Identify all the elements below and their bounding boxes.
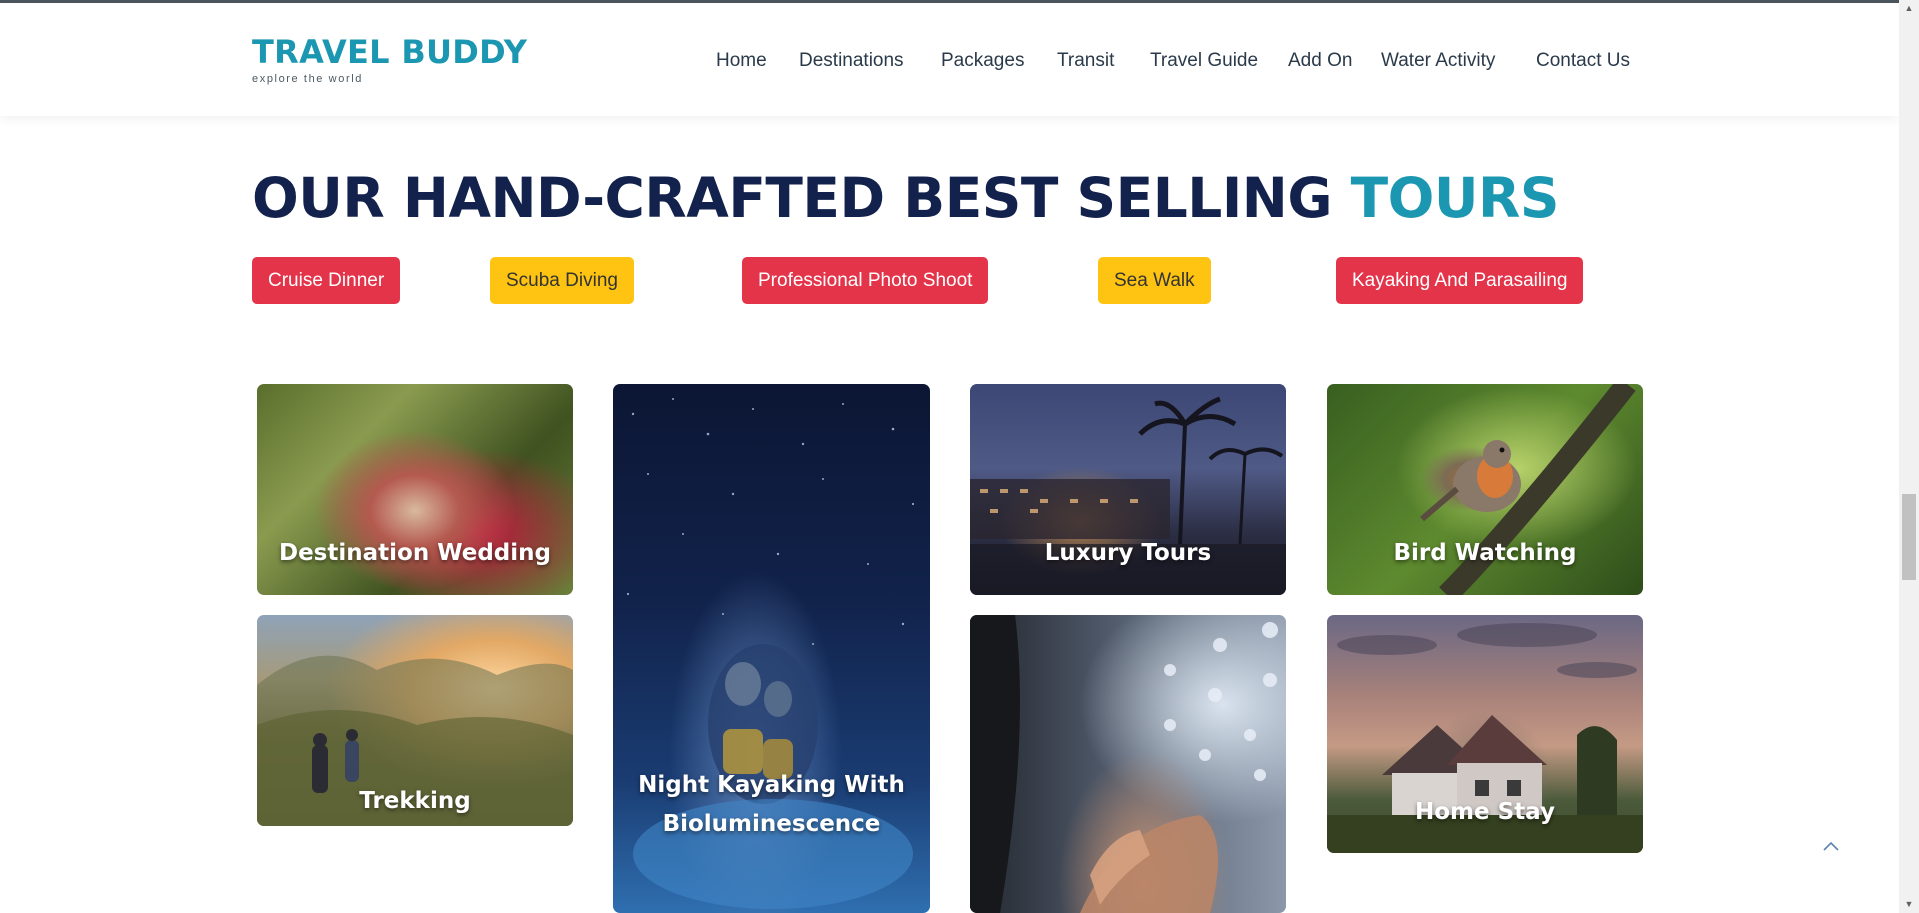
card-trekking[interactable]: Trekking xyxy=(257,615,573,826)
tag-kayaking-parasailing[interactable]: Kayaking And Parasailing xyxy=(1336,257,1584,304)
back-to-top-button[interactable] xyxy=(1820,836,1842,856)
tag-scuba-diving[interactable]: Scuba Diving xyxy=(490,257,634,304)
card-night-kayaking[interactable]: Night Kayaking With Bioluminescence xyxy=(613,384,930,913)
card-label: Bird Watching xyxy=(1393,540,1577,566)
card-luxury-tours[interactable]: Luxury Tours xyxy=(970,384,1286,595)
card-label: Night Kayaking With Bioluminescence xyxy=(638,772,905,837)
scroll-thumb[interactable] xyxy=(1902,494,1916,580)
bokeh-decoration xyxy=(970,615,1278,913)
chevron-up-icon xyxy=(1823,841,1839,851)
card-label: Destination Wedding xyxy=(278,540,551,566)
card-label: Home Stay xyxy=(1415,799,1555,825)
nav-home[interactable]: Home xyxy=(716,50,767,72)
card-label: Trekking xyxy=(359,788,471,814)
scroll-up-arrow-icon[interactable]: ▲ xyxy=(1899,0,1919,17)
tag-professional-photo-shoot[interactable]: Professional Photo Shoot xyxy=(742,257,989,304)
heading-accent: TOURS xyxy=(1350,166,1560,230)
card-bird-watching[interactable]: Bird Watching xyxy=(1327,384,1643,595)
nav-travel-guide[interactable]: Travel Guide xyxy=(1150,50,1258,72)
tag-sea-walk[interactable]: Sea Walk xyxy=(1098,257,1211,304)
nav-water-activity[interactable]: Water Activity xyxy=(1381,50,1495,72)
card-destination-wedding[interactable]: Destination Wedding xyxy=(257,384,573,595)
brand-subtitle: explore the world xyxy=(252,73,363,85)
nav-contact-us[interactable]: Contact Us xyxy=(1536,50,1630,72)
card-label: Luxury Tours xyxy=(1044,540,1212,566)
nav-destinations[interactable]: Destinations xyxy=(799,50,904,72)
main-nav: Home Destinations Packages Transit Trave… xyxy=(0,50,1899,74)
tag-cruise-dinner[interactable]: Cruise Dinner xyxy=(252,257,401,304)
page-scrollbar[interactable]: ▲ ▼ xyxy=(1899,0,1919,913)
nav-add-on[interactable]: Add On xyxy=(1288,50,1352,72)
scroll-down-arrow-icon[interactable]: ▼ xyxy=(1899,896,1919,913)
site-header: TRAVEL BUDDY explore the world Home Dest… xyxy=(0,3,1899,116)
card-spa[interactable] xyxy=(970,615,1286,913)
section-heading: OUR HAND-CRAFTED BEST SELLING TOURS xyxy=(252,163,1560,233)
heading-main: OUR HAND-CRAFTED BEST SELLING xyxy=(252,166,1351,230)
nav-transit[interactable]: Transit xyxy=(1057,50,1114,72)
nav-packages[interactable]: Packages xyxy=(941,50,1024,72)
card-home-stay[interactable]: Home Stay xyxy=(1327,615,1643,853)
